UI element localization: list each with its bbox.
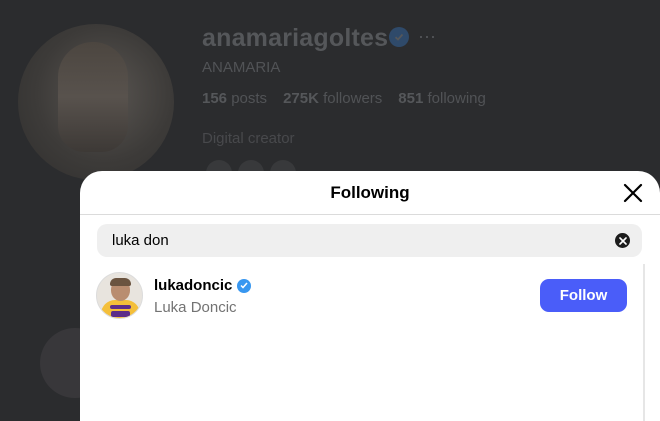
posts-label: posts (231, 90, 268, 107)
profile-stats: 156 posts 275K followers 851 following (202, 90, 486, 107)
verified-icon (389, 27, 409, 47)
follow-button[interactable]: Follow (540, 279, 627, 312)
posts-count: 156 (202, 90, 228, 107)
dialog-title: Following (330, 182, 410, 202)
verified-icon (237, 278, 252, 293)
following-stat: 851 following (398, 90, 486, 107)
ellipsis-icon: ··· (418, 26, 436, 46)
followers-label: followers (323, 90, 383, 107)
list-item[interactable]: lukadoncic Luka Doncic Follow (96, 272, 628, 320)
dialog-header: Following (80, 171, 660, 215)
scrollbar[interactable] (643, 264, 645, 421)
following-count: 851 (398, 90, 424, 107)
profile-bio: Digital creator (202, 130, 295, 147)
followers-stat: 275K followers (283, 90, 382, 107)
following-label: following (427, 90, 486, 107)
profile-username: anamariagoltes (202, 24, 389, 52)
followers-count: 275K (283, 90, 319, 107)
clear-circle-icon[interactable] (615, 233, 630, 248)
posts-stat: 156 posts (202, 90, 267, 107)
user-full-name: Luka Doncic (154, 299, 237, 316)
close-icon[interactable] (622, 182, 644, 204)
profile-full-name: ANAMARIA (202, 59, 281, 76)
avatar[interactable] (96, 272, 143, 319)
search-box (97, 224, 642, 257)
following-dialog: Following lukadoncic Luka Doncic Follow (80, 171, 660, 421)
user-handle[interactable]: lukadoncic (154, 277, 232, 294)
search-input[interactable] (97, 224, 577, 257)
profile-avatar (18, 24, 174, 180)
username-line: lukadoncic (154, 277, 252, 294)
